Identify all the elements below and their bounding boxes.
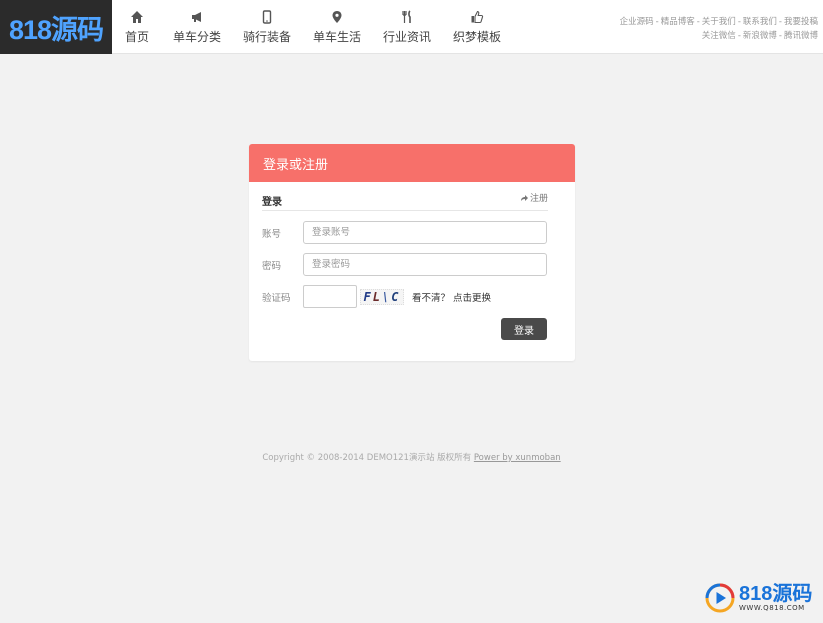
map-pin-icon [330,10,344,24]
share-arrow-icon [520,194,528,201]
watermark-url: WWW.Q818.COM [739,604,805,612]
megaphone-icon [190,10,204,24]
cutlery-icon [400,9,414,24]
password-input[interactable] [303,253,547,276]
powered-by-link[interactable]: Power by xunmoban [474,453,561,463]
password-label: 密码 [262,260,282,272]
login-panel: 登录或注册 登录 注册 账号 密码 验证码 F L \ C 看不清？ 点击更换 … [249,144,575,361]
top-links-row-2: 关注微信 - 新浪微博 - 腾讯微博 [701,29,818,43]
watermark: 818源码 WWW.Q818.COM [705,578,815,618]
nav-item-home[interactable]: 首页 [112,0,162,54]
link-wechat[interactable]: 关注微信 [702,29,736,43]
watermark-brand: 818源码 [739,583,813,605]
nav-label: 单车生活 [312,29,361,44]
top-links: 企业源码 - 精品博客 - 关于我们 - 联系我们 - 我要投稿 关注微信 - … [620,15,818,43]
nav-item-templates[interactable]: 织梦模板 [442,0,512,54]
captcha-refresh-link[interactable]: 看不清？ 点击更换 [412,290,491,304]
captcha-char: C [391,289,401,304]
nav-item-gear[interactable]: 骑行装备 [232,0,302,54]
tab-login[interactable]: 登录 [262,185,282,208]
link-sina-weibo[interactable]: 新浪微博 [743,29,777,43]
link-about-us[interactable]: 关于我们 [702,15,736,29]
nav-label: 骑行装备 [242,29,291,44]
link-submit-article[interactable]: 我要投稿 [784,15,818,29]
top-links-row-1: 企业源码 - 精品博客 - 关于我们 - 联系我们 - 我要投稿 [619,15,818,29]
captcha-row: 验证码 F L \ C 看不清？ 点击更换 [262,285,491,308]
captcha-input[interactable] [303,285,357,308]
logo-text: 818源码 [8,14,104,45]
login-submit-button[interactable]: 登录 [501,318,547,340]
home-icon [130,10,144,24]
account-label: 账号 [262,228,282,240]
panel-body: 登录 注册 [249,182,575,211]
tab-row: 登录 注册 [262,182,548,211]
nav-label: 织梦模板 [452,29,501,44]
captcha-char: F [363,289,373,304]
phone-icon [260,9,274,24]
thumbs-up-icon [470,10,484,24]
site-footer: Copyright © 2008-2014 DEMO121演示站 版权所有 Po… [0,451,823,463]
nav-label: 单车分类 [172,29,221,44]
link-tencent-weibo[interactable]: 腾讯微博 [784,29,818,43]
captcha-char: \ [382,289,392,304]
captcha-image[interactable]: F L \ C [360,288,404,305]
account-row: 账号 [262,221,547,244]
tab-register-label: 注册 [529,194,548,204]
site-logo[interactable]: 818源码 [0,0,112,54]
play-logo-icon [705,583,735,613]
nav-item-bike-category[interactable]: 单车分类 [162,0,232,54]
copyright-text: Copyright © 2008-2014 DEMO121演示站 版权所有 [262,453,472,463]
captcha-char: L [372,289,382,304]
link-featured-blog[interactable]: 精品博客 [661,15,695,29]
main-nav: 首页 单车分类 骑行装备 单车生活 行业资讯 织梦模板 [112,0,512,54]
nav-label: 行业资讯 [382,29,431,44]
nav-item-bike-life[interactable]: 单车生活 [302,0,372,54]
account-input[interactable] [303,221,547,244]
captcha-label: 验证码 [262,292,291,304]
nav-item-news[interactable]: 行业资讯 [372,0,442,54]
site-header: 818源码 首页 单车分类 骑行装备 单车生活 行业资讯 织梦模板 企业源码 -… [0,0,823,54]
link-enterprise-source[interactable]: 企业源码 [620,15,654,29]
tab-register[interactable]: 注册 [520,188,548,204]
watermark-text: 818源码 WWW.Q818.COM [739,584,812,612]
password-row: 密码 [262,253,547,276]
nav-label: 首页 [124,29,149,44]
panel-title: 登录或注册 [249,144,575,182]
link-contact-us[interactable]: 联系我们 [743,15,777,29]
